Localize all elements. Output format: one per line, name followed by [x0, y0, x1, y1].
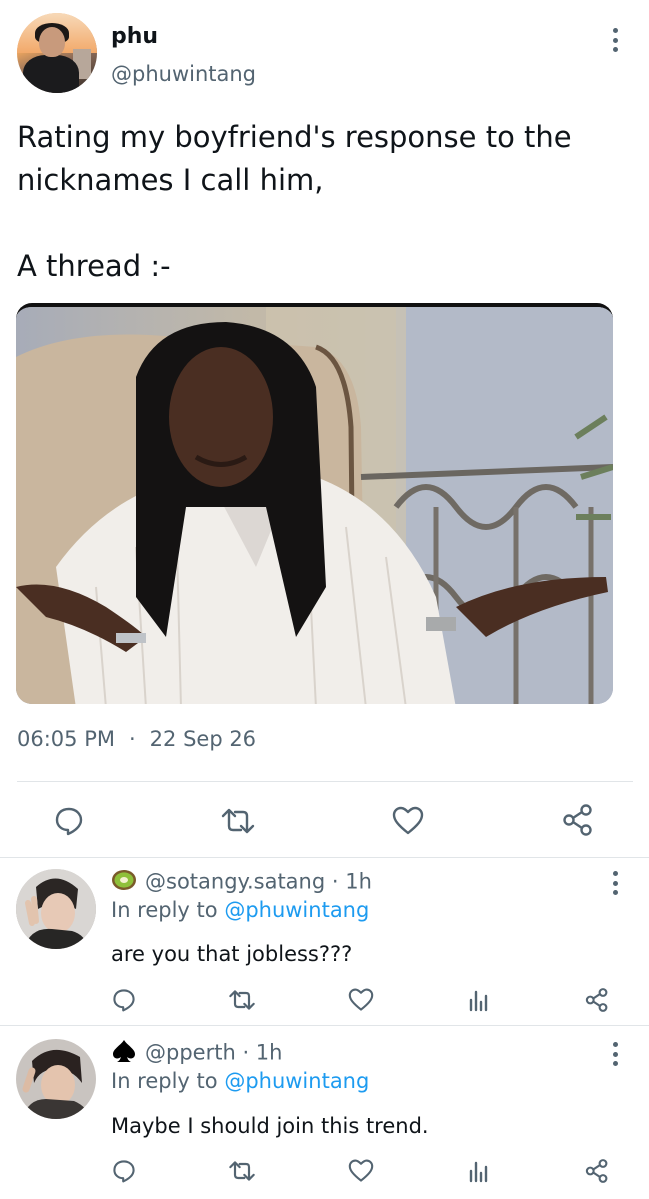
- main-avatar[interactable]: [17, 13, 97, 93]
- like-icon[interactable]: [346, 986, 376, 1014]
- retweet-icon[interactable]: [227, 986, 257, 1014]
- reply-icon[interactable]: [110, 1157, 138, 1185]
- display-name[interactable]: phu: [111, 24, 158, 49]
- tweet-time: 06:05 PM: [17, 727, 115, 751]
- reply-text: are you that jobless???: [111, 942, 353, 966]
- divider: [0, 857, 649, 858]
- views-icon[interactable]: [465, 1157, 493, 1185]
- retweet-icon[interactable]: [227, 1157, 257, 1185]
- views-icon[interactable]: [465, 986, 493, 1014]
- tweet-text-line: Rating my boyfriend's response to the: [17, 120, 572, 154]
- in-reply-to-link[interactable]: @phuwintang: [224, 898, 369, 922]
- reply-icon[interactable]: [110, 986, 138, 1014]
- tweet-text-line: nicknames I call him,: [17, 163, 324, 197]
- in-reply-to: In reply to @phuwintang: [111, 1069, 369, 1093]
- user-handle[interactable]: @phuwintang: [111, 62, 256, 86]
- tweet-timestamp: 06:05 PM · 22 Sep 26: [17, 727, 256, 751]
- share-icon[interactable]: [562, 804, 594, 836]
- like-icon[interactable]: [346, 1157, 376, 1185]
- more-options-icon[interactable]: [612, 871, 618, 895]
- tweet-text-line: A thread :-: [17, 249, 171, 283]
- more-options-icon[interactable]: [612, 1042, 618, 1066]
- in-reply-to-label: In reply to: [111, 898, 218, 922]
- reply-handle[interactable]: @sotangy.satang: [145, 870, 325, 894]
- share-icon[interactable]: [583, 986, 611, 1014]
- tweet-thread-page: phu @phuwintang Rating my boyfriend's re…: [0, 0, 649, 1199]
- kiwi-icon: [111, 868, 137, 897]
- spade-icon: [111, 1039, 137, 1068]
- photo-illustration: [16, 307, 613, 704]
- reply-handle[interactable]: @pperth: [145, 1041, 236, 1065]
- reply-text: Maybe I should join this trend.: [111, 1114, 429, 1138]
- divider: [0, 1025, 649, 1026]
- tweet-photo[interactable]: [16, 303, 613, 704]
- retweet-icon[interactable]: [218, 806, 258, 836]
- tweet-date: 22 Sep 26: [149, 727, 257, 751]
- like-icon[interactable]: [390, 805, 426, 837]
- reply-header: @pperth · 1h: [111, 1039, 282, 1068]
- more-options-icon[interactable]: [612, 28, 618, 52]
- reply-meta: · 1h: [242, 1040, 283, 1065]
- in-reply-to-label: In reply to: [111, 1069, 218, 1093]
- reply-avatar[interactable]: [16, 869, 96, 949]
- in-reply-to: In reply to @phuwintang: [111, 898, 369, 922]
- divider: [17, 781, 633, 782]
- in-reply-to-link[interactable]: @phuwintang: [224, 1069, 369, 1093]
- share-icon[interactable]: [583, 1157, 611, 1185]
- meta-separator: ·: [128, 727, 136, 751]
- reply-icon[interactable]: [52, 806, 86, 836]
- reply-header: @sotangy.satang · 1h: [111, 868, 372, 897]
- reply-meta: · 1h: [331, 869, 372, 894]
- reply-avatar[interactable]: [16, 1039, 96, 1119]
- tweet-text: Rating my boyfriend's response to the ni…: [17, 116, 617, 288]
